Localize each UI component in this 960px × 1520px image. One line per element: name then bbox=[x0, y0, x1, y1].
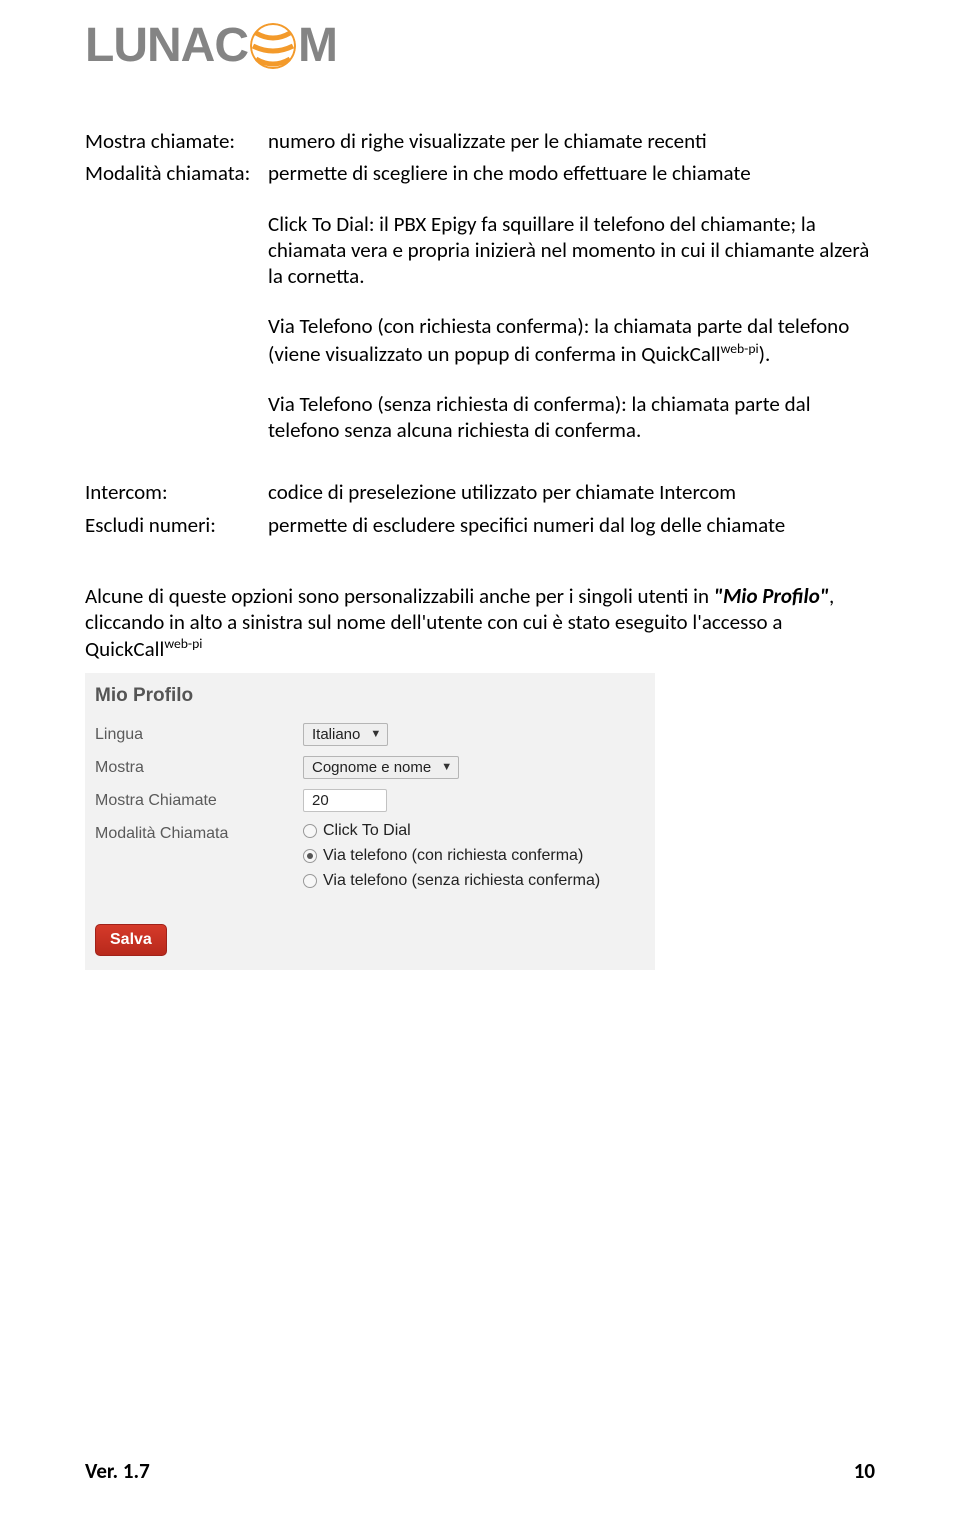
logo-text-1: LUNAC bbox=[85, 18, 248, 73]
lingua-selected: Italiano bbox=[312, 726, 360, 743]
radio-click-to-dial[interactable]: Click To Dial bbox=[303, 822, 645, 840]
def-label-mostra-chiamate: Mostra chiamate: bbox=[85, 128, 268, 154]
def-label-escludi: Escludi numeri: bbox=[85, 512, 268, 538]
def-label-modalita: Modalità chiamata: bbox=[85, 160, 268, 186]
def-via-telefono-con: Via Telefono (con richiesta conferma): l… bbox=[268, 313, 875, 367]
label-mostra-chiamate: Mostra Chiamate bbox=[95, 789, 303, 810]
chevron-down-icon: ▼ bbox=[441, 761, 452, 773]
options-paragraph: Alcune di queste opzioni sono personaliz… bbox=[85, 583, 875, 663]
panel-title: Mio Profilo bbox=[95, 685, 645, 707]
mostra-selected: Cognome e nome bbox=[312, 759, 431, 776]
logo: LUNAC M bbox=[85, 18, 875, 73]
globe-icon bbox=[250, 23, 296, 69]
def-value-escludi: permette di escludere specifici numeri d… bbox=[268, 512, 875, 538]
definition-list: Mostra chiamate: numero di righe visuali… bbox=[85, 128, 875, 538]
mio-profilo-panel: Mio Profilo Lingua Italiano ▼ Mostra Cog… bbox=[85, 673, 655, 970]
radio-icon bbox=[303, 874, 317, 888]
def-value-modalita: permette di scegliere in che modo effett… bbox=[268, 160, 875, 443]
logo-text-2: M bbox=[298, 18, 337, 73]
label-mostra: Mostra bbox=[95, 756, 303, 777]
label-lingua: Lingua bbox=[95, 723, 303, 744]
def-modalita-intro: permette di scegliere in che modo effett… bbox=[268, 160, 875, 186]
mostra-select[interactable]: Cognome e nome ▼ bbox=[303, 756, 459, 779]
radio-icon bbox=[303, 824, 317, 838]
def-value-intercom: codice di preselezione utilizzato per ch… bbox=[268, 479, 875, 505]
mio-profilo-ref: "Mio Profilo" bbox=[714, 583, 829, 609]
def-value-mostra-chiamate: numero di righe visualizzate per le chia… bbox=[268, 128, 875, 154]
mostra-chiamate-input[interactable]: 20 bbox=[303, 789, 387, 812]
radio-label: Click To Dial bbox=[323, 822, 411, 840]
radio-icon bbox=[303, 849, 317, 863]
radio-label: Via telefono (con richiesta conferma) bbox=[323, 847, 583, 865]
modalita-radio-group: Click To Dial Via telefono (con richiest… bbox=[303, 822, 645, 890]
def-click-to-dial: Click To Dial: il PBX Epigy fa squillare… bbox=[268, 211, 875, 290]
lingua-select[interactable]: Italiano ▼ bbox=[303, 723, 388, 746]
footer-page-number: 10 bbox=[854, 1458, 875, 1484]
page-footer: Ver. 1.7 10 bbox=[85, 1458, 875, 1484]
def-label-intercom: Intercom: bbox=[85, 479, 268, 505]
save-button[interactable]: Salva bbox=[95, 924, 167, 956]
label-modalita-chiamata: Modalità Chiamata bbox=[95, 822, 303, 843]
radio-via-telefono-senza[interactable]: Via telefono (senza richiesta conferma) bbox=[303, 872, 645, 890]
radio-via-telefono-con[interactable]: Via telefono (con richiesta conferma) bbox=[303, 847, 645, 865]
radio-label: Via telefono (senza richiesta conferma) bbox=[323, 872, 600, 890]
def-via-telefono-senza: Via Telefono (senza richiesta di conferm… bbox=[268, 391, 875, 444]
chevron-down-icon: ▼ bbox=[370, 728, 381, 740]
footer-version: Ver. 1.7 bbox=[85, 1458, 150, 1484]
